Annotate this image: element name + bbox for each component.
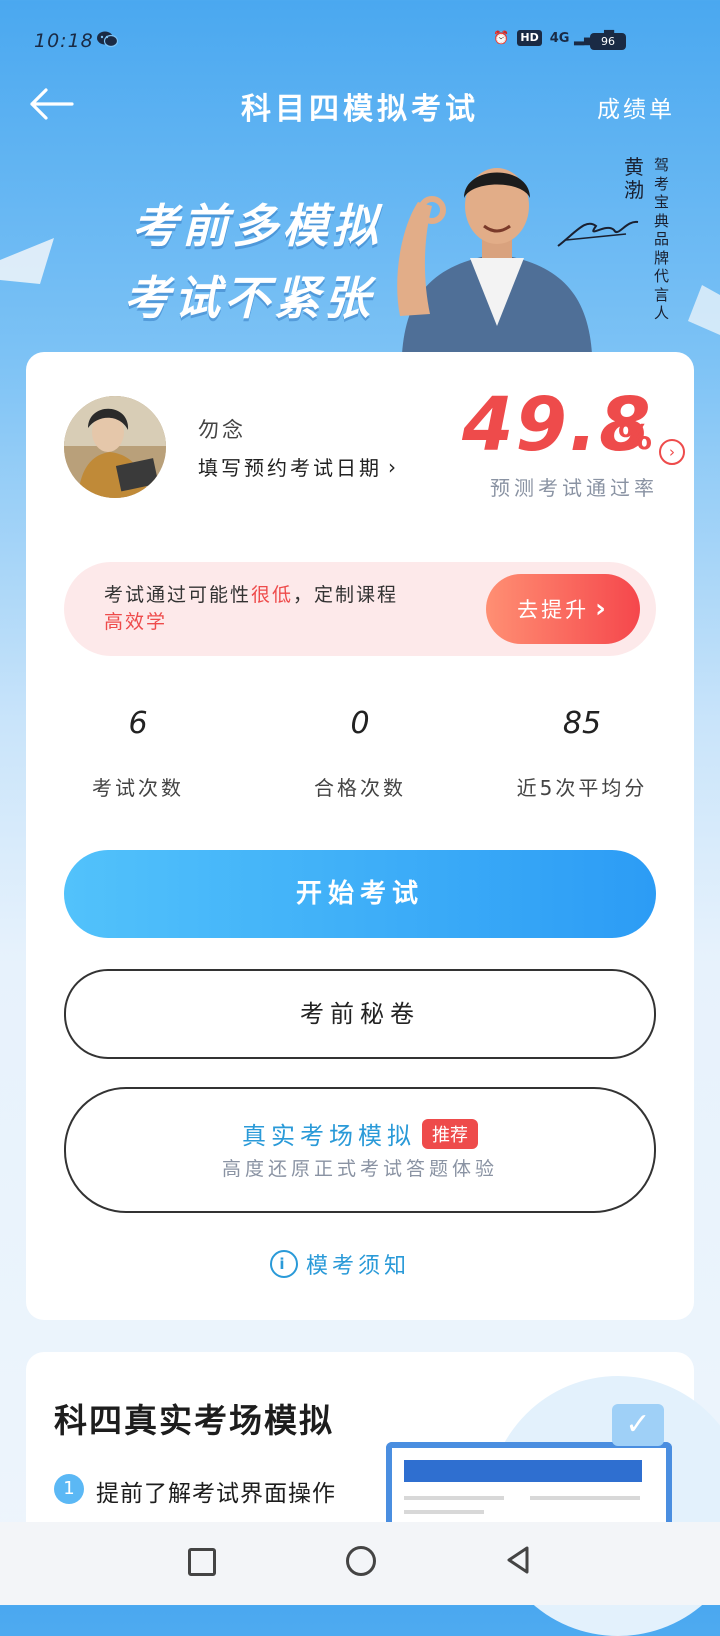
floating-paper-decoration: [0, 238, 54, 284]
battery-icon: 96: [590, 33, 626, 50]
pass-rate-label: 预测考试通过率: [490, 476, 658, 500]
stat-average-score: 85: [562, 706, 602, 741]
status-time: 10:18: [34, 30, 94, 52]
celebrity-name: 黄渤: [624, 155, 644, 202]
stat-exam-count-label: 考试次数: [92, 776, 184, 800]
hd-badge: HD: [517, 30, 542, 46]
chevron-right-icon: ›: [388, 454, 399, 479]
floating-paper-decoration: [688, 285, 720, 335]
banner-slogan-2: 考试不紧张: [124, 271, 374, 325]
exam-notice-link[interactable]: i 模考须知: [270, 1248, 410, 1280]
step-text: 提前了解考试界面操作: [96, 1481, 336, 1507]
avatar[interactable]: [64, 396, 166, 498]
network-type: 4G: [549, 30, 570, 46]
improve-button-label: 去提升: [517, 598, 590, 622]
recommend-badge: 推荐: [422, 1119, 478, 1149]
screen-line: [404, 1496, 504, 1500]
improve-tip-text: 考试通过可能性很低，定制课程高效学: [104, 582, 464, 636]
nav-home-icon[interactable]: [346, 1546, 376, 1576]
info-icon: i: [270, 1250, 298, 1278]
tip-suffix: ，定制课程: [293, 584, 399, 606]
tip-highlight-2: 高效学: [104, 611, 168, 633]
secret-paper-button[interactable]: 考前秘卷: [64, 969, 656, 1059]
stat-pass-count-label: 合格次数: [314, 776, 406, 800]
section-title: 科四真实考场模拟: [54, 1401, 334, 1440]
exam-screen-header-bar: [404, 1460, 642, 1482]
step-number: 1: [54, 1474, 84, 1504]
wechat-icon: [97, 31, 118, 48]
screen-line: [404, 1510, 484, 1514]
alarm-icon: ⏰: [493, 30, 510, 46]
signature-image: [557, 220, 639, 247]
celebrity-role: 驾考宝典品牌代言人: [654, 156, 670, 322]
checkmark-icon: ✓: [612, 1404, 664, 1446]
report-link[interactable]: 成绩单: [597, 90, 675, 124]
exam-notice-label: 模考须知: [306, 1254, 411, 1279]
real-exam-sim-label: 真实考场模拟: [242, 1122, 416, 1150]
stat-pass-count: 0: [350, 706, 370, 741]
tip-highlight: 很低: [251, 584, 294, 606]
screen-line: [530, 1496, 640, 1500]
stat-exam-count: 6: [128, 706, 148, 741]
user-name: 勿念: [198, 418, 246, 442]
exam-date-link[interactable]: 填写预约考试日期 ›: [198, 452, 399, 481]
exam-date-label: 填写预约考试日期: [198, 456, 382, 480]
improve-button[interactable]: 去提升 ›: [486, 574, 640, 644]
pass-rate-detail-icon[interactable]: ›: [659, 439, 685, 465]
tip-prefix: 考试通过可能性: [104, 584, 252, 606]
nav-back-icon[interactable]: [505, 1545, 531, 1575]
real-exam-sim-title: 真实考场模拟 推荐: [0, 1116, 720, 1151]
nav-recent-icon[interactable]: [188, 1548, 216, 1576]
banner-slogan-1: 考前多模拟: [132, 199, 382, 253]
real-exam-sim-subtitle: 高度还原正式考试答题体验: [221, 1158, 498, 1180]
chevron-right-icon: ›: [595, 594, 609, 624]
pass-rate-unit: %: [618, 418, 653, 458]
start-exam-button[interactable]: 开始考试: [64, 850, 656, 938]
stat-average-score-label: 近5次平均分: [516, 776, 648, 800]
